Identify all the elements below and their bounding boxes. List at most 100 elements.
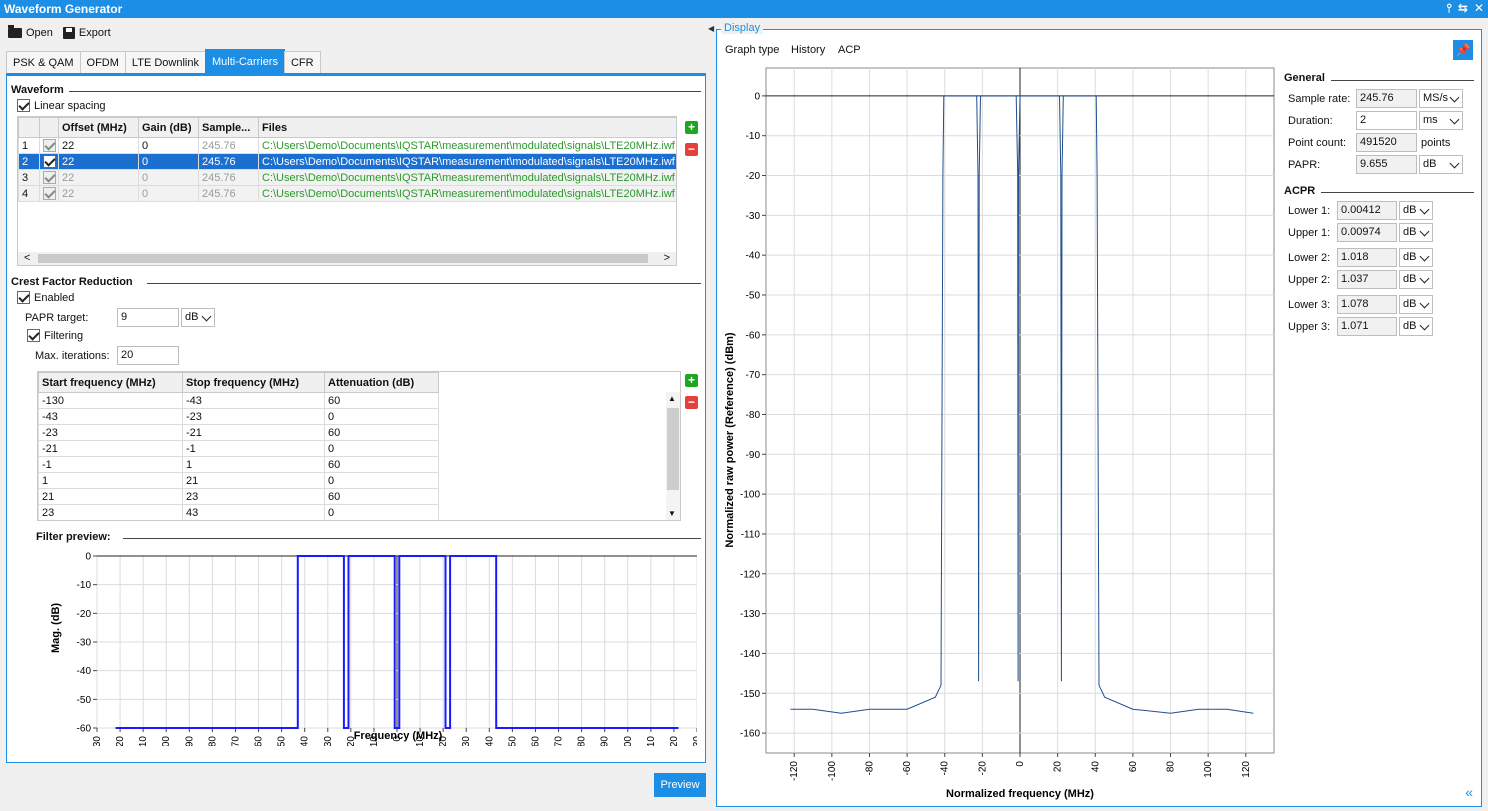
row-checkbox-cell[interactable] bbox=[39, 169, 59, 186]
vscroll-thumb[interactable] bbox=[667, 408, 679, 490]
attenuation-cell[interactable]: 0 bbox=[324, 472, 439, 489]
row-checkbox[interactable] bbox=[43, 139, 56, 152]
offset-cell[interactable]: 22 bbox=[58, 185, 139, 202]
table-row[interactable]: -43 -23 0 bbox=[38, 408, 439, 425]
attenuation-cell[interactable]: 0 bbox=[324, 408, 439, 425]
sample-rate-unit-select[interactable]: MS/s bbox=[1419, 89, 1463, 108]
column-header-files[interactable]: Files bbox=[258, 117, 676, 138]
max-iterations-input[interactable]: 20 bbox=[117, 346, 179, 365]
attenuation-cell[interactable]: 60 bbox=[324, 488, 439, 505]
acpr-lower-2-unit-select[interactable]: dB bbox=[1399, 248, 1433, 267]
hscroll-thumb[interactable] bbox=[38, 254, 648, 263]
remove-waveform-button[interactable]: − bbox=[685, 143, 698, 156]
menu-acp[interactable]: ACP bbox=[838, 44, 861, 56]
duration-unit-select[interactable]: ms bbox=[1419, 111, 1463, 130]
start-frequency-cell[interactable]: -1 bbox=[38, 456, 183, 473]
export-button[interactable]: Export bbox=[62, 27, 111, 39]
close-icon[interactable]: ✕ bbox=[1474, 1, 1484, 16]
table-row[interactable]: 1 22 0 245.76 C:\Users\Demo\Documents\IQ… bbox=[18, 137, 676, 154]
start-frequency-cell[interactable]: -130 bbox=[38, 392, 183, 409]
gain-cell[interactable]: 0 bbox=[138, 137, 199, 154]
start-frequency-cell[interactable]: 23 bbox=[38, 504, 183, 520]
start-frequency-cell[interactable]: -21 bbox=[38, 440, 183, 457]
filtering-checkbox[interactable] bbox=[27, 329, 40, 342]
table-row[interactable]: 1 21 0 bbox=[38, 472, 439, 489]
pin-icon[interactable]: ⫯ bbox=[1447, 1, 1452, 16]
start-frequency-cell[interactable]: -23 bbox=[38, 424, 183, 441]
waveform-table-hscrollbar[interactable]: < > bbox=[18, 252, 676, 265]
remove-filter-button[interactable]: − bbox=[685, 396, 698, 409]
row-checkbox-cell[interactable] bbox=[39, 185, 59, 202]
scroll-left-icon[interactable]: < bbox=[24, 252, 30, 264]
offset-cell[interactable]: 22 bbox=[58, 169, 139, 186]
file-cell[interactable]: C:\Users\Demo\Documents\IQSTAR\measureme… bbox=[258, 169, 676, 186]
offset-cell[interactable]: 22 bbox=[58, 153, 139, 170]
stop-frequency-cell[interactable]: -43 bbox=[182, 392, 325, 409]
filter-table-vscrollbar[interactable]: ▲ ▼ bbox=[666, 392, 680, 520]
collapse-double-chevron-icon[interactable]: « bbox=[1465, 784, 1473, 800]
stop-frequency-cell[interactable]: 23 bbox=[182, 488, 325, 505]
tab-psk-qam[interactable]: PSK & QAM bbox=[6, 51, 81, 73]
file-cell[interactable]: C:\Users\Demo\Documents\IQSTAR\measureme… bbox=[258, 137, 676, 154]
row-checkbox-cell[interactable] bbox=[39, 153, 59, 170]
restore-icon[interactable]: ⇆ bbox=[1458, 1, 1468, 16]
tab-lte-downlink[interactable]: LTE Downlink bbox=[124, 51, 206, 73]
table-row[interactable]: -1 1 60 bbox=[38, 456, 439, 473]
stop-frequency-cell[interactable]: 21 bbox=[182, 472, 325, 489]
table-row[interactable]: -23 -21 60 bbox=[38, 424, 439, 441]
start-frequency-cell[interactable]: 1 bbox=[38, 472, 183, 489]
cfr-enabled-checkbox[interactable] bbox=[17, 291, 30, 304]
table-row[interactable]: -130 -43 60 bbox=[38, 392, 439, 409]
duration-input[interactable]: 2 bbox=[1356, 111, 1417, 130]
table-row[interactable]: 23 43 0 bbox=[38, 504, 439, 520]
attenuation-cell[interactable]: 60 bbox=[324, 392, 439, 409]
attenuation-cell[interactable]: 60 bbox=[324, 456, 439, 473]
tab-ofdm[interactable]: OFDM bbox=[79, 51, 126, 73]
column-header-start-frequency[interactable]: Start frequency (MHz) bbox=[38, 372, 183, 393]
table-row[interactable]: 4 22 0 245.76 C:\Users\Demo\Documents\IQ… bbox=[18, 185, 676, 202]
stop-frequency-cell[interactable]: -21 bbox=[182, 424, 325, 441]
attenuation-cell[interactable]: 0 bbox=[324, 440, 439, 457]
attenuation-cell[interactable]: 60 bbox=[324, 424, 439, 441]
papr-unit-select[interactable]: dB bbox=[1419, 155, 1463, 174]
column-header-offset[interactable]: Offset (MHz) bbox=[58, 117, 139, 138]
add-waveform-button[interactable]: + bbox=[685, 121, 698, 134]
papr-target-unit-select[interactable]: dB bbox=[181, 308, 215, 327]
offset-cell[interactable]: 22 bbox=[58, 137, 139, 154]
collapse-left-icon[interactable]: ◀ bbox=[708, 24, 714, 33]
acpr-lower-1-unit-select[interactable]: dB bbox=[1399, 201, 1433, 220]
acpr-upper-2-unit-select[interactable]: dB bbox=[1399, 270, 1433, 289]
row-checkbox[interactable] bbox=[43, 171, 56, 184]
filtering-row[interactable]: Filtering bbox=[27, 329, 83, 342]
preview-button[interactable]: Preview bbox=[654, 773, 706, 797]
linear-spacing-checkbox[interactable] bbox=[17, 99, 30, 112]
file-cell[interactable]: C:\Users\Demo\Documents\IQSTAR\measureme… bbox=[258, 185, 676, 202]
attenuation-cell[interactable]: 0 bbox=[324, 504, 439, 520]
table-row[interactable]: 2 22 0 245.76 C:\Users\Demo\Documents\IQ… bbox=[18, 153, 676, 170]
acpr-lower-3-unit-select[interactable]: dB bbox=[1399, 295, 1433, 314]
gain-cell[interactable]: 0 bbox=[138, 185, 199, 202]
stop-frequency-cell[interactable]: 43 bbox=[182, 504, 325, 520]
add-filter-button[interactable]: + bbox=[685, 374, 698, 387]
start-frequency-cell[interactable]: 21 bbox=[38, 488, 183, 505]
row-checkbox[interactable] bbox=[43, 155, 56, 168]
cfr-enabled-row[interactable]: Enabled bbox=[17, 291, 74, 304]
column-header-sample[interactable]: Sample... bbox=[198, 117, 259, 138]
file-cell[interactable]: C:\Users\Demo\Documents\IQSTAR\measureme… bbox=[258, 153, 676, 170]
table-row[interactable]: 3 22 0 245.76 C:\Users\Demo\Documents\IQ… bbox=[18, 169, 676, 186]
papr-target-input[interactable]: 9 bbox=[117, 308, 179, 327]
pin-panel-button[interactable]: 📌 bbox=[1453, 40, 1473, 60]
acpr-upper-3-unit-select[interactable]: dB bbox=[1399, 317, 1433, 336]
row-checkbox[interactable] bbox=[43, 187, 56, 200]
column-header-attenuation[interactable]: Attenuation (dB) bbox=[324, 372, 439, 393]
acpr-upper-1-unit-select[interactable]: dB bbox=[1399, 223, 1433, 242]
stop-frequency-cell[interactable]: -1 bbox=[182, 440, 325, 457]
stop-frequency-cell[interactable]: -23 bbox=[182, 408, 325, 425]
linear-spacing-checkbox-row[interactable]: Linear spacing bbox=[17, 99, 106, 112]
column-header-stop-frequency[interactable]: Stop frequency (MHz) bbox=[182, 372, 325, 393]
start-frequency-cell[interactable]: -43 bbox=[38, 408, 183, 425]
menu-graph-type[interactable]: Graph type bbox=[725, 44, 779, 56]
gain-cell[interactable]: 0 bbox=[138, 169, 199, 186]
table-row[interactable]: 21 23 60 bbox=[38, 488, 439, 505]
open-button[interactable]: Open bbox=[8, 25, 53, 39]
